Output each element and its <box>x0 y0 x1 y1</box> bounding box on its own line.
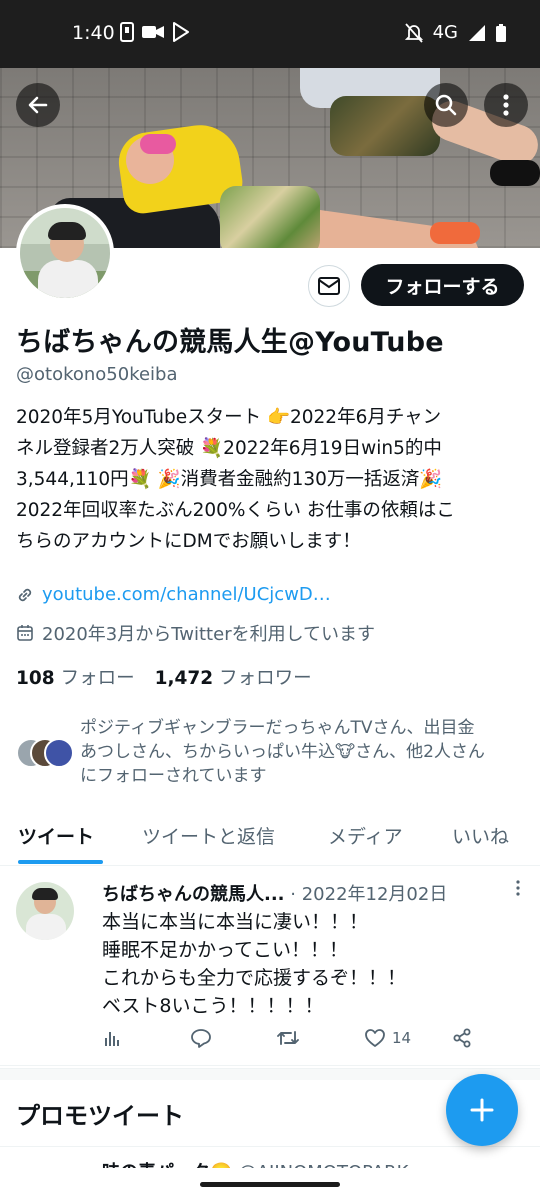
section-divider <box>0 1068 540 1080</box>
more-vertical-icon <box>516 880 520 896</box>
retweet-icon <box>277 1031 299 1045</box>
tweet-text: 本当に本当に本当に凄い！！！ 睡眠不足かかってこい！！！ これからも全力で応援す… <box>102 908 406 1020</box>
search-icon <box>435 94 457 116</box>
calendar-icon <box>17 625 33 641</box>
follow-button[interactable]: フォローする <box>361 264 524 306</box>
profile-handle: @otokono50keiba <box>16 364 178 385</box>
system-navigation-bar <box>0 1168 540 1200</box>
share-button[interactable] <box>452 1028 472 1048</box>
bio-line: 2022年回収率たぶん200%くらい お仕事の依頼はこ <box>16 500 455 521</box>
followed-by-line: あつしさん、ちからいっぱい牛込🐮さん、他2人さん <box>80 742 485 762</box>
more-vertical-icon <box>503 94 509 116</box>
plus-icon <box>470 1098 494 1122</box>
home-gesture-handle[interactable] <box>200 1182 340 1187</box>
tab-tweets[interactable]: ツイート <box>18 822 94 849</box>
battery-icon <box>496 23 506 42</box>
tweet-separator: · <box>290 884 296 905</box>
heart-icon <box>365 1029 385 1047</box>
tweet-line: 本当に本当に本当に凄い！！！ <box>102 911 369 933</box>
follow-counts: 108 フォロー 1,472 フォロワー <box>16 664 312 690</box>
video-icon <box>142 26 164 38</box>
like-count: 14 <box>392 1029 412 1047</box>
bio-line: ネル登録者2万人突破 💐2022年6月19日win5的中 <box>16 438 442 459</box>
status-bar: 1:40 4G <box>0 0 540 68</box>
message-button[interactable] <box>308 265 350 307</box>
phone-icon <box>120 22 134 42</box>
bio-line: 2020年5月YouTubeスタート 👉2022年6月チャン <box>16 407 442 428</box>
following-count: 108 <box>16 668 55 689</box>
followers-label: フォロワー <box>219 668 312 689</box>
signal-icon <box>469 24 485 41</box>
network-type: 4G <box>432 22 458 43</box>
tweet-actions: 14 <box>102 1028 482 1058</box>
search-button[interactable] <box>424 83 468 127</box>
analytics-button[interactable] <box>102 1028 122 1048</box>
status-left-icons <box>120 22 190 42</box>
profile-joined-row: 2020年3月からTwitterを利用しています <box>16 620 375 646</box>
profile-joined-date: 2020年3月からTwitterを利用しています <box>42 624 376 645</box>
tweet-author-avatar[interactable] <box>16 882 74 940</box>
like-button[interactable]: 14 <box>364 1028 411 1048</box>
play-store-icon <box>173 22 189 42</box>
reply-icon <box>191 1029 211 1048</box>
followed-by-text: ポジティブギャンブラーだっちゃんTVさん、出目金 あつしさん、ちからいっぱい牛込… <box>80 716 530 788</box>
tweet-author-name[interactable]: ちばちゃんの競馬人... <box>102 884 285 905</box>
following-label: フォロー <box>60 668 135 689</box>
reply-button[interactable] <box>190 1028 212 1048</box>
profile-bio: 2020年5月YouTubeスタート 👉2022年6月チャン ネル登録者2万人突… <box>16 402 526 557</box>
tab-tweets-and-replies[interactable]: ツイートと返信 <box>142 822 275 849</box>
tweet-more-button[interactable] <box>516 880 520 901</box>
profile-tabs: ツイート ツイートと返信 メディア いいね <box>0 812 540 866</box>
status-right-icons: 4G <box>404 22 506 43</box>
more-options-button[interactable] <box>484 83 528 127</box>
profile-link-row: youtube.com/channel/UCjcwD… <box>16 584 331 605</box>
profile-avatar[interactable] <box>16 204 114 302</box>
promoted-tweets-heading: プロモツイート <box>16 1102 184 1130</box>
bio-line: 3,544,110円💐 🎉消費者金融約130万一括返済🎉 <box>16 469 443 490</box>
analytics-icon <box>105 1032 119 1046</box>
share-icon <box>453 1028 471 1048</box>
followed-by-line: にフォローされています <box>80 766 267 786</box>
followed-by-line: ポジティブギャンブラーだっちゃんTVさん、出目金 <box>80 718 475 738</box>
banner-detail <box>430 222 480 244</box>
tweet-line: ベスト8いこう！！！！！ <box>102 995 324 1017</box>
following-count-link[interactable]: 108 フォロー <box>16 664 135 690</box>
profile-website-link[interactable]: youtube.com/channel/UCjcwD… <box>42 584 331 605</box>
tab-likes[interactable]: いいね <box>452 822 509 849</box>
back-button[interactable] <box>16 83 60 127</box>
divider <box>0 1146 540 1147</box>
profile-display-name: ちばちゃんの競馬人生@YouTube <box>16 327 444 358</box>
tweet-line: これからも全力で応援するぞ！！！ <box>102 967 407 989</box>
compose-tweet-button[interactable] <box>446 1074 518 1146</box>
arrow-left-icon <box>28 96 48 114</box>
bell-off-icon <box>404 22 423 43</box>
tweet-header: ちばちゃんの競馬人... · 2022年12月02日 <box>102 880 522 906</box>
envelope-icon <box>318 277 340 295</box>
retweet-button[interactable] <box>276 1028 300 1048</box>
mini-avatar <box>44 738 74 768</box>
followed-by-avatars <box>16 738 76 768</box>
link-icon <box>18 588 32 601</box>
tab-media[interactable]: メディア <box>328 822 403 849</box>
tweet-line: 睡眠不足かかってこい！！！ <box>102 939 349 961</box>
followers-count-link[interactable]: 1,472 フォロワー <box>155 664 312 690</box>
status-time: 1:40 <box>72 22 115 44</box>
bio-line: ちらのアカウントにDMでお願いします！ <box>16 531 361 552</box>
tweet-item[interactable]: ちばちゃんの競馬人... · 2022年12月02日 本当に本当に本当に凄い！！… <box>0 866 540 1066</box>
active-tab-indicator <box>18 860 103 864</box>
followers-count: 1,472 <box>154 668 214 689</box>
tweet-date: 2022年12月02日 <box>301 884 448 905</box>
